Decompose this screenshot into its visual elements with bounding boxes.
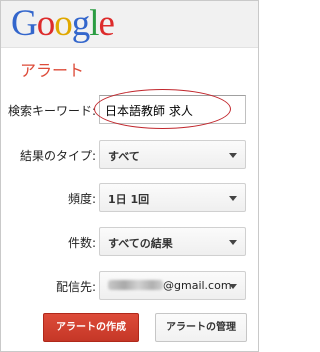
logo-letter: l <box>89 3 99 44</box>
logo-letter: g <box>71 3 90 44</box>
frequency-row: 頻度: 1日 1回 <box>0 183 259 213</box>
deliver-label: 配信先: <box>55 280 96 294</box>
count-row: 件数: すべての結果 <box>0 227 259 257</box>
logo-letter: e <box>98 3 115 44</box>
redacted-email-user <box>108 280 163 290</box>
keyword-row: 検索キーワード: 日本語教師 求人 <box>0 89 259 129</box>
result-type-label: 結果のタイプ: <box>19 149 96 163</box>
count-value: すべての結果 <box>108 237 173 250</box>
result-type-value: すべて <box>108 150 140 163</box>
count-select[interactable]: すべての結果 <box>99 227 246 256</box>
keyword-input[interactable]: 日本語教師 求人 <box>99 95 246 124</box>
frequency-select[interactable]: 1日 1回 <box>99 183 246 212</box>
page-title: アラート <box>20 61 85 80</box>
frequency-label: 頻度: <box>67 192 96 206</box>
chevron-down-icon <box>229 153 237 158</box>
chevron-down-icon <box>229 196 237 201</box>
result-type-row: 結果のタイプ: すべて <box>0 140 259 170</box>
deliver-select[interactable]: @gmail.com <box>99 271 246 300</box>
create-alert-button[interactable]: アラートの作成 <box>43 313 139 342</box>
keyword-label: 検索キーワード: <box>7 104 96 118</box>
chevron-down-icon <box>229 284 237 289</box>
logo-letter: o <box>36 3 55 44</box>
result-type-select[interactable]: すべて <box>99 140 246 169</box>
google-logo[interactable]: Google <box>11 3 115 45</box>
manage-alerts-button[interactable]: アラートの管理 <box>155 313 247 342</box>
email-domain: @gmail.com <box>163 279 232 292</box>
count-label: 件数: <box>67 236 96 250</box>
frequency-value: 1日 1回 <box>108 193 150 206</box>
logo-letter: o <box>54 3 72 44</box>
chevron-down-icon <box>229 240 237 245</box>
deliver-row: 配信先: @gmail.com <box>0 271 259 301</box>
logo-letter: G <box>11 3 38 44</box>
header-bar: Google <box>1 1 258 48</box>
